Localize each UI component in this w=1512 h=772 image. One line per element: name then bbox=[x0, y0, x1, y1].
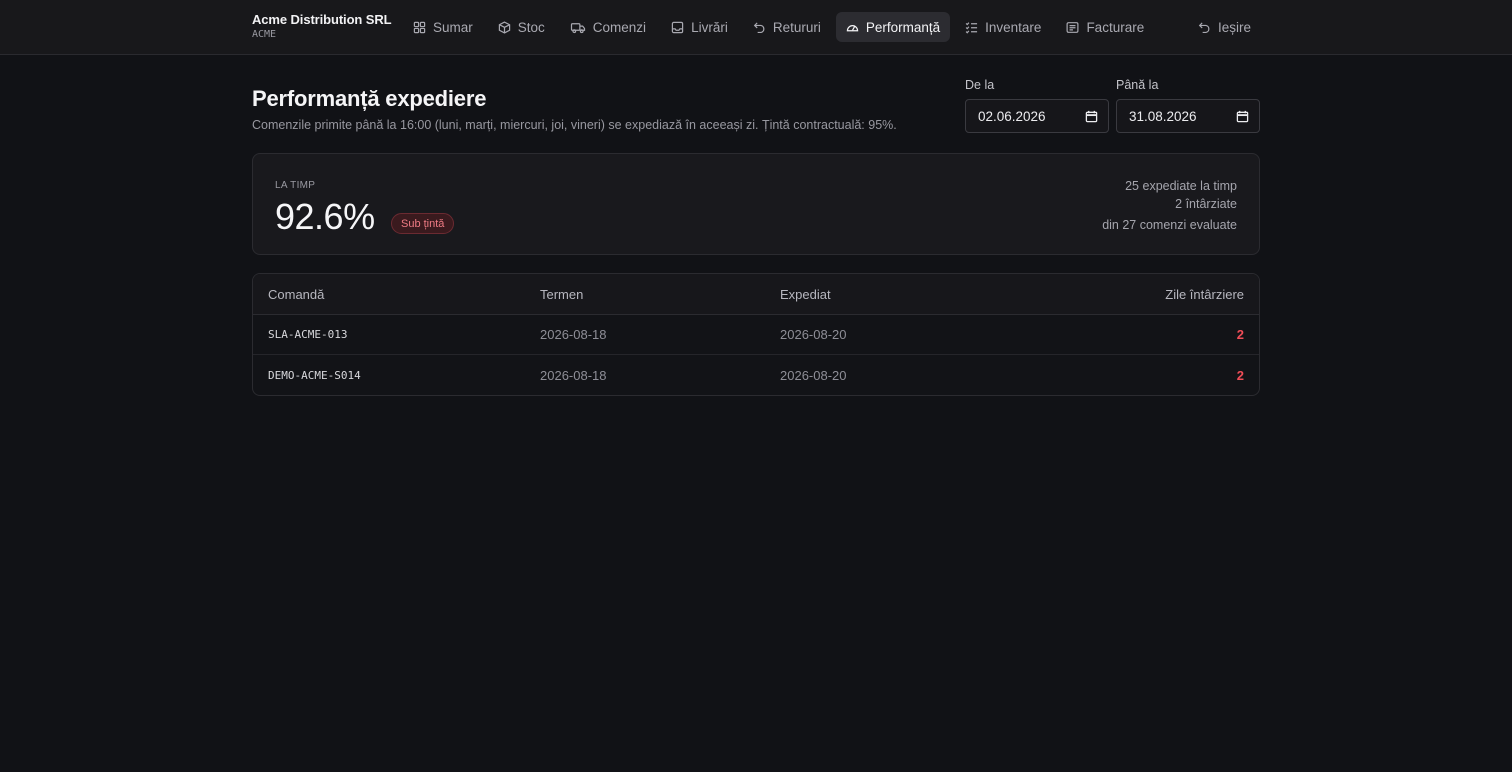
date-from-value: 02.06.2026 bbox=[978, 108, 1046, 124]
brand-code: ACME bbox=[252, 29, 277, 40]
nav-item-stoc[interactable]: Stoc bbox=[488, 12, 555, 42]
column-header-order[interactable]: Comandă bbox=[268, 274, 324, 314]
brand-name: Acme Distribution SRL bbox=[252, 12, 392, 27]
nav-label: Stoc bbox=[517, 19, 545, 35]
status-badge: Sub țintă bbox=[391, 213, 455, 234]
nav-item-livrari[interactable]: Livrări bbox=[661, 12, 738, 42]
nav-item-facturare[interactable]: Facturare bbox=[1056, 12, 1154, 42]
table-header: Comandă Termen Expediat Zile întârziere bbox=[253, 274, 1259, 315]
days-late: 2 bbox=[1236, 367, 1244, 383]
order-id: DEMO-ACME-S014 bbox=[268, 368, 361, 382]
date-to-input[interactable]: 31.08.2026 bbox=[1116, 99, 1260, 133]
nav-label: Retururi bbox=[772, 19, 821, 35]
gauge-icon bbox=[846, 24, 859, 31]
nav-label: Comenzi bbox=[592, 19, 647, 35]
order-id: SLA-ACME-013 bbox=[268, 328, 348, 341]
undo-icon bbox=[753, 21, 765, 33]
nav-label: Facturare bbox=[1086, 19, 1145, 35]
inbox-icon bbox=[671, 21, 684, 33]
truck-icon bbox=[570, 22, 585, 33]
date-from-input[interactable]: 02.06.2026 bbox=[965, 99, 1109, 133]
nav-label: Inventare bbox=[985, 19, 1042, 35]
nav-label: Performanță bbox=[865, 19, 941, 35]
late-orders-table: Comandă Termen Expediat Zile întârziere … bbox=[252, 273, 1260, 396]
on-time-kpi-card: LA TIMP 92.6% Sub țintă 25 expediate la … bbox=[252, 153, 1260, 255]
table-row[interactable]: SLA-ACME-013 2026-08-18 2026-08-20 2 bbox=[253, 315, 1259, 355]
date-from-label: De la bbox=[965, 78, 995, 92]
evaluated-count: din 27 comenzi evaluate bbox=[1102, 218, 1237, 232]
date-to-value: 31.08.2026 bbox=[1129, 108, 1197, 124]
page-title: Performanță expediere bbox=[252, 86, 487, 111]
column-header-days-late[interactable]: Zile întârziere bbox=[1165, 274, 1244, 314]
late-count: 2 întârziate bbox=[1175, 197, 1237, 211]
date-to-label: Până la bbox=[1116, 78, 1159, 92]
nav-menu: Sumar Stoc Comenzi Livrări Retururi Perf… bbox=[403, 12, 1159, 42]
kpi-breakdown: 25 expediate la timp 2 întârziate din 27… bbox=[1102, 177, 1237, 234]
date-to-group: Până la 31.08.2026 bbox=[1116, 78, 1260, 133]
date-from-group: De la 02.06.2026 bbox=[965, 78, 1109, 133]
due-date: 2026-08-18 bbox=[540, 327, 607, 342]
brand[interactable]: Acme Distribution SRL ACME bbox=[252, 12, 392, 40]
page-subtitle: Comenzile primite până la 16:00 (luni, m… bbox=[252, 118, 897, 132]
logout-icon bbox=[1198, 21, 1210, 33]
due-date: 2026-08-18 bbox=[540, 367, 607, 383]
kpi-value: 92.6% bbox=[275, 196, 375, 237]
nav-item-retururi[interactable]: Retururi bbox=[743, 12, 831, 42]
nav-item-performanta[interactable]: Performanță bbox=[835, 12, 951, 42]
column-header-due[interactable]: Termen bbox=[540, 274, 583, 314]
shipped-date: 2026-08-20 bbox=[780, 327, 847, 342]
nav-item-inventare[interactable]: Inventare bbox=[955, 12, 1051, 42]
kpi-label: LA TIMP bbox=[275, 180, 316, 191]
cube-icon bbox=[498, 20, 510, 34]
calendar-icon[interactable] bbox=[1085, 110, 1098, 123]
grid-icon bbox=[413, 21, 426, 33]
nav-label: Livrări bbox=[691, 19, 728, 35]
nav-label: Sumar bbox=[433, 19, 473, 35]
on-time-count: 25 expediate la timp bbox=[1125, 179, 1237, 193]
nav-item-sumar[interactable]: Sumar bbox=[403, 12, 483, 42]
shipped-date: 2026-08-20 bbox=[780, 367, 847, 383]
table-row[interactable]: DEMO-ACME-S014 2026-08-18 2026-08-20 2 bbox=[253, 355, 1259, 395]
days-late: 2 bbox=[1236, 327, 1244, 342]
column-header-shipped[interactable]: Expediat bbox=[780, 274, 831, 314]
logout-button[interactable]: Ieșire bbox=[1188, 12, 1261, 42]
nav-item-comenzi[interactable]: Comenzi bbox=[560, 12, 656, 42]
calendar-icon[interactable] bbox=[1236, 110, 1249, 123]
logout-label: Ieșire bbox=[1218, 19, 1252, 35]
top-navigation: Acme Distribution SRL ACME Sumar Stoc Co… bbox=[0, 0, 1512, 55]
receipt-icon bbox=[1066, 21, 1079, 33]
checklist-icon bbox=[965, 21, 978, 34]
